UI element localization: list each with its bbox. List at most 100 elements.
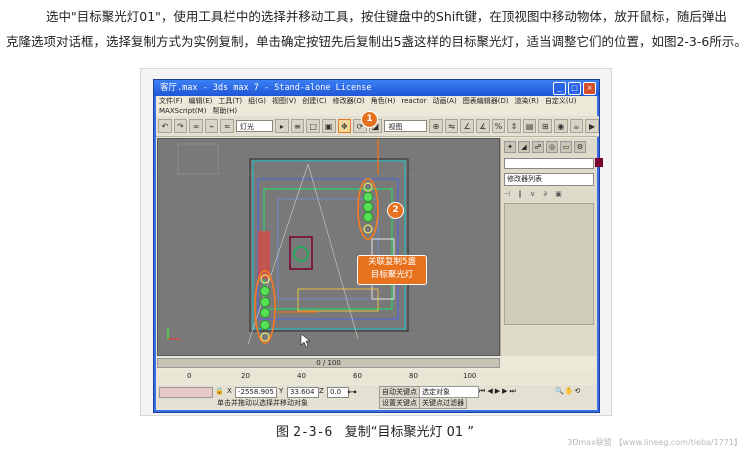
- menu-modifiers[interactable]: 修改器(O): [333, 96, 365, 106]
- y-coordinate-field[interactable]: 33.604: [287, 387, 319, 398]
- material-editor-icon[interactable]: ◉: [554, 119, 568, 133]
- step-badge-1: 1: [361, 111, 378, 128]
- menu-reactor[interactable]: reactor: [401, 96, 426, 106]
- select-by-name-icon[interactable]: ≡: [290, 119, 305, 133]
- reference-coord-dropdown[interactable]: 视图: [384, 120, 428, 132]
- callout-box: 关联复制5盏 目标聚光灯: [357, 255, 427, 285]
- select-and-move-icon[interactable]: ✥: [337, 119, 352, 133]
- window-title: 客厅.max - 3ds max 7 - Stand-alone License: [160, 83, 372, 93]
- quick-render-icon[interactable]: ▶: [585, 119, 599, 133]
- named-selection-icon[interactable]: ▤: [522, 119, 537, 133]
- display-tab-icon[interactable]: ▭: [560, 141, 572, 153]
- redo-icon[interactable]: ↷: [173, 119, 188, 133]
- caption-text: 复制“目标聚光灯 01 ”: [344, 425, 474, 440]
- snap-icon[interactable]: ∠: [460, 119, 475, 133]
- modifier-stack-tools: ⊣ ‖ ∨ ∂ ▣: [504, 190, 565, 198]
- ruler-tick-60: 60: [353, 372, 362, 380]
- render-scene-icon[interactable]: ☕: [569, 119, 584, 133]
- create-tab-icon[interactable]: ✦: [504, 141, 516, 153]
- z-label: Z: [319, 387, 324, 395]
- motion-tab-icon[interactable]: ◎: [546, 141, 558, 153]
- unlink-icon[interactable]: ⌁: [204, 119, 219, 133]
- caption-prefix: 图: [276, 425, 290, 440]
- zoom-icon[interactable]: 🔍: [555, 387, 565, 395]
- utilities-tab-icon[interactable]: ⚙: [574, 141, 586, 153]
- prompt-hint: 单击并拖动以选择并移动对象: [217, 399, 308, 407]
- menu-group[interactable]: 组(G): [248, 96, 266, 106]
- maximize-button[interactable]: □: [568, 82, 581, 95]
- time-slider[interactable]: 0 / 100: [157, 358, 500, 368]
- object-color-swatch[interactable]: [595, 158, 603, 167]
- selection-filter-dropdown[interactable]: 灯光: [236, 120, 274, 132]
- x-label: X: [227, 387, 232, 395]
- window-crossing-icon[interactable]: ▣: [321, 119, 336, 133]
- menu-views[interactable]: 视图(V): [272, 96, 296, 106]
- menu-file[interactable]: 文件(F): [159, 96, 183, 106]
- x-coordinate-field[interactable]: -2558.905: [235, 387, 277, 398]
- orbit-icon[interactable]: ⟲: [574, 387, 581, 395]
- lock-selection-icon[interactable]: 🔒: [215, 387, 224, 395]
- step-badge-2: 2: [387, 202, 404, 219]
- track-bar[interactable]: 0 20 40 60 80 100: [157, 370, 597, 384]
- percent-snap-icon[interactable]: %: [491, 119, 506, 133]
- viewport-nav-controls: 🔍✋⟲: [555, 387, 581, 395]
- modify-tab-icon[interactable]: ◢: [518, 141, 530, 153]
- rect-select-icon[interactable]: □: [306, 119, 320, 133]
- menu-rendering[interactable]: 渲染(R): [515, 96, 539, 106]
- viewport-scene: [158, 139, 499, 355]
- menu-character[interactable]: 角色(H): [371, 96, 396, 106]
- status-bar: 🔒 X -2558.905 Y 33.604 Z 0.0 ⊶ 自动关键点 选定对…: [157, 385, 597, 409]
- command-panel: ✦ ◢ ☍ ◎ ▭ ⚙ 修改器列表 ⊣ ‖ ∨ ∂ ▣: [500, 138, 603, 356]
- menu-bar: 文件(F) 编辑(E) 工具(T) 组(G) 视图(V) 创建(C) 修改器(O…: [156, 96, 600, 106]
- menu-animation[interactable]: 动画(A): [432, 96, 456, 106]
- menu-customize[interactable]: 自定义(U): [545, 96, 577, 106]
- hierarchy-tab-icon[interactable]: ☍: [532, 141, 544, 153]
- top-viewport[interactable]: [157, 138, 500, 356]
- y-label: Y: [279, 387, 284, 395]
- ruler-tick-80: 80: [409, 372, 418, 380]
- ruler-tick-0: 0: [187, 372, 192, 380]
- app-window: 客厅.max - 3ds max 7 - Stand-alone License…: [153, 79, 603, 413]
- modifier-list-dropdown[interactable]: 修改器列表: [504, 173, 594, 186]
- go-to-end-icon[interactable]: ⏭: [509, 387, 517, 395]
- intro-line-2: 克隆选项对话框，选择复制方式为实例复制，单击确定按钮先后复制出5盏这样的目标聚光…: [6, 34, 747, 49]
- menu-tools[interactable]: 工具(T): [218, 96, 242, 106]
- ruler-tick-20: 20: [241, 372, 250, 380]
- close-button[interactable]: ×: [583, 82, 596, 95]
- caption-number: 2-3-6: [293, 425, 333, 440]
- pan-icon[interactable]: ✋: [565, 387, 575, 395]
- link-icon[interactable]: ∞: [189, 119, 203, 133]
- play-icon[interactable]: ▶: [495, 387, 502, 395]
- object-name-field[interactable]: [504, 158, 603, 169]
- select-icon[interactable]: ▸: [275, 119, 289, 133]
- z-coordinate-field[interactable]: 0.0: [327, 387, 349, 398]
- watermark: 3Dmax联盟 【www.lineeg.com/tieba/1771】: [567, 438, 742, 447]
- prev-frame-icon[interactable]: ◀: [487, 387, 494, 395]
- ruler-tick-100: 100: [463, 372, 477, 380]
- align-icon[interactable]: ⊞: [538, 119, 553, 133]
- modifier-stack-area: [504, 203, 594, 325]
- callout-line-2: 目标聚光灯: [370, 270, 414, 280]
- angle-snap-icon[interactable]: ∡: [476, 119, 490, 133]
- spinner-snap-icon[interactable]: ⇕: [507, 119, 521, 133]
- command-panel-tabs: ✦ ◢ ☍ ◎ ▭ ⚙: [501, 138, 597, 156]
- set-key-button[interactable]: 设置关键点: [379, 397, 420, 409]
- menu-help[interactable]: 帮助(H): [212, 106, 237, 116]
- pivot-center-icon[interactable]: ⊕: [429, 119, 443, 133]
- ruler-tick-40: 40: [297, 372, 306, 380]
- bind-spacewarp-icon[interactable]: ≈: [220, 119, 235, 133]
- title-bar: 客厅.max - 3ds max 7 - Stand-alone License…: [154, 80, 599, 96]
- mirror-icon[interactable]: ⇋: [444, 119, 459, 133]
- undo-icon[interactable]: ↶: [158, 119, 172, 133]
- menu-maxscript[interactable]: MAXScript(M): [159, 106, 206, 116]
- menu-create[interactable]: 创建(C): [302, 96, 326, 106]
- menu-edit[interactable]: 编辑(E): [189, 96, 213, 106]
- app-client: 文件(F) 编辑(E) 工具(T) 组(G) 视图(V) 创建(C) 修改器(O…: [156, 96, 603, 410]
- key-filters-button[interactable]: 关键点过滤器: [419, 397, 467, 409]
- maxscript-listener-box[interactable]: [159, 387, 213, 398]
- menu-graph-editors[interactable]: 图表编辑器(D): [463, 96, 509, 106]
- minimize-button[interactable]: _: [553, 82, 566, 95]
- intro-line-1: 选中"目标聚光灯01"，使用工具栏中的选择并移动工具，按住键盘中的Shift键，…: [46, 9, 727, 24]
- key-icon[interactable]: ⊶: [347, 387, 357, 398]
- playback-controls: ⏮◀▶▶⏭: [479, 387, 518, 396]
